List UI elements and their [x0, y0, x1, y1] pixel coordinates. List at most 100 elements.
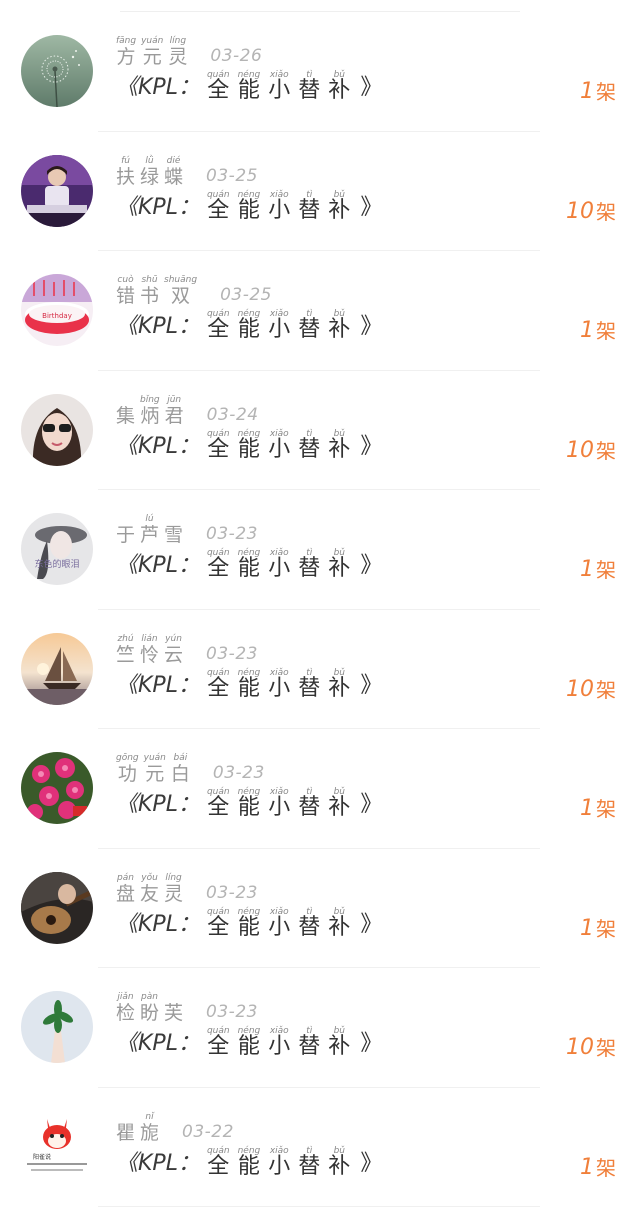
- gift-quantity: 1 架: [580, 313, 616, 344]
- hanzi: 替: [298, 1034, 321, 1059]
- list-item[interactable]: fāng 方 yuán 元 líng 灵 03-26 《KPL： quán 全 …: [0, 12, 640, 132]
- quantity-unit: 架: [596, 916, 616, 941]
- hanzi: 白: [170, 763, 190, 785]
- pinyin: bái: [173, 753, 188, 763]
- title-prefix: 《KPL：: [116, 1150, 207, 1176]
- name-char: yuán 元: [141, 36, 163, 68]
- list-item[interactable]: Birthday cuò 错 shū 书 shuāng 双 03-25 《KPL…: [0, 251, 640, 371]
- pinyin: lǜ: [145, 155, 154, 166]
- quantity-unit: 架: [596, 558, 616, 582]
- avatar[interactable]: [21, 35, 93, 107]
- hanzi: 能: [237, 556, 260, 581]
- title-suffix: 》: [360, 553, 383, 578]
- pinyin: zhú: [117, 633, 134, 644]
- avatar[interactable]: [21, 752, 93, 824]
- sender-name: fú 扶 lǜ 绿 dié 蝶 03-25: [116, 154, 258, 188]
- quantity-number: 1: [580, 318, 594, 343]
- pinyin: yǒu: [141, 872, 158, 883]
- hanzi: 灵: [168, 46, 188, 68]
- pinyin: jūn: [167, 394, 182, 405]
- svg-text:阳雀说: 阳雀说: [33, 1153, 51, 1161]
- pinyin: cuò: [117, 275, 134, 285]
- hanzi: 竺: [116, 643, 136, 666]
- hanzi: 旎: [140, 1121, 160, 1144]
- pinyin: pàn: [141, 992, 158, 1002]
- gift-title: 《KPL： quán 全 néng 能 xiǎo 小 tì 替 bǔ 补 》: [116, 785, 382, 819]
- avatar[interactable]: [21, 632, 93, 705]
- name-char: 集: [116, 395, 135, 427]
- name-char: 瞿: [116, 1112, 135, 1144]
- quantity-unit: 架: [596, 438, 616, 463]
- list-item[interactable]: jiǎn 检 pàn 盼 芙 03-23 《KPL： quán 全 néng 能…: [0, 968, 640, 1088]
- sender-name: pán 盘 yǒu 友 líng 灵 03-23: [116, 871, 258, 905]
- hanzi: 替: [298, 1153, 321, 1179]
- title-char: tì 替: [298, 190, 320, 222]
- title-char: tì 替: [298, 70, 320, 102]
- hanzi: 蝶: [164, 165, 184, 188]
- avatar[interactable]: 东色的眼泪: [21, 513, 93, 585]
- name-char: lǜ 绿: [140, 156, 159, 188]
- hanzi: 友: [140, 882, 160, 905]
- title-char: xiǎo 小: [268, 70, 290, 102]
- hanzi: 替: [298, 914, 321, 940]
- name-char: lú 芦: [140, 514, 159, 546]
- list-item[interactable]: zhú 竺 lián 怜 yún 云 03-23 《KPL： quán 全 né…: [0, 610, 640, 729]
- gift-title: 《KPL： quán 全 néng 能 xiǎo 小 tì 替 bǔ 补 》: [116, 1144, 382, 1178]
- avatar[interactable]: [21, 154, 93, 227]
- title-suffix: 》: [360, 75, 383, 100]
- quantity-unit: 架: [596, 797, 616, 821]
- title-suffix: 》: [360, 433, 383, 459]
- avatar[interactable]: [21, 393, 93, 466]
- name-char: nǐ 旎: [140, 1112, 159, 1144]
- hanzi: 小: [268, 78, 291, 103]
- hanzi: 全: [207, 795, 230, 820]
- title-char: néng 能: [238, 429, 261, 461]
- gift-title: 《KPL： quán 全 néng 能 xiǎo 小 tì 替 bǔ 补 》: [116, 68, 382, 102]
- hanzi: 错: [116, 285, 136, 307]
- title-char: néng 能: [238, 309, 261, 341]
- avatar[interactable]: 阳雀说: [21, 1110, 93, 1183]
- title-char: quán 全: [207, 309, 230, 341]
- avatar[interactable]: [21, 871, 93, 944]
- hanzi: 雪: [164, 524, 184, 546]
- list-item[interactable]: 阳雀说 瞿 nǐ 旎 03-22 《KPL： quán 全 néng 能 xiǎ…: [0, 1088, 640, 1207]
- avatar[interactable]: [21, 991, 93, 1063]
- title-char: bǔ 补: [328, 1026, 350, 1058]
- hanzi: 替: [298, 78, 321, 103]
- hanzi: 全: [207, 914, 230, 940]
- hanzi: 全: [207, 675, 230, 701]
- hanzi: 补: [328, 1034, 351, 1059]
- date: 03-25: [206, 165, 258, 186]
- hanzi: 元: [145, 763, 165, 785]
- title-char: xiǎo 小: [268, 787, 290, 819]
- quantity-unit: 架: [596, 199, 616, 224]
- list-item[interactable]: 东色的眼泪 于 lú 芦 雪 03-23 《KPL： quán 全 néng 能…: [0, 490, 640, 610]
- list-item[interactable]: 集 bǐng 炳 jūn 君 03-24 《KPL： quán 全 néng 能…: [0, 371, 640, 490]
- name-char: jiǎn 检: [116, 992, 135, 1024]
- gift-title: 《KPL： quán 全 néng 能 xiǎo 小 tì 替 bǔ 补 》: [116, 905, 382, 939]
- gift-quantity: 10 架: [566, 1030, 616, 1061]
- list-item[interactable]: gōng 功 yuán 元 bái 白 03-23 《KPL： quán 全 n…: [0, 729, 640, 849]
- hanzi: 方: [116, 46, 136, 68]
- hanzi: 君: [164, 404, 184, 427]
- list-item[interactable]: fú 扶 lǜ 绿 dié 蝶 03-25 《KPL： quán 全 néng …: [0, 132, 640, 251]
- title-char: bǔ 补: [328, 190, 350, 222]
- gift-record-list: fāng 方 yuán 元 líng 灵 03-26 《KPL： quán 全 …: [0, 0, 640, 1211]
- avatar[interactable]: Birthday: [21, 274, 93, 346]
- list-item[interactable]: pán 盘 yǒu 友 líng 灵 03-23 《KPL： quán 全 né…: [0, 849, 640, 968]
- hanzi: 全: [207, 78, 230, 103]
- hanzi: 小: [268, 317, 291, 342]
- name-char: zhú 竺: [116, 634, 135, 666]
- hanzi: 能: [237, 317, 260, 342]
- quantity-number: 10: [566, 437, 594, 463]
- title-prefix: 《KPL：: [116, 194, 207, 220]
- name-char: shuāng 双: [164, 275, 197, 307]
- title-char: xiǎo 小: [268, 548, 290, 580]
- pinyin: shū: [141, 275, 158, 285]
- title-char: bǔ 补: [328, 787, 350, 819]
- name-char: yuán 元: [144, 753, 166, 785]
- title-char: néng 能: [238, 1026, 261, 1058]
- hanzi: 全: [207, 1153, 230, 1179]
- gift-quantity: 1 架: [580, 552, 616, 583]
- hanzi: 能: [237, 1153, 260, 1179]
